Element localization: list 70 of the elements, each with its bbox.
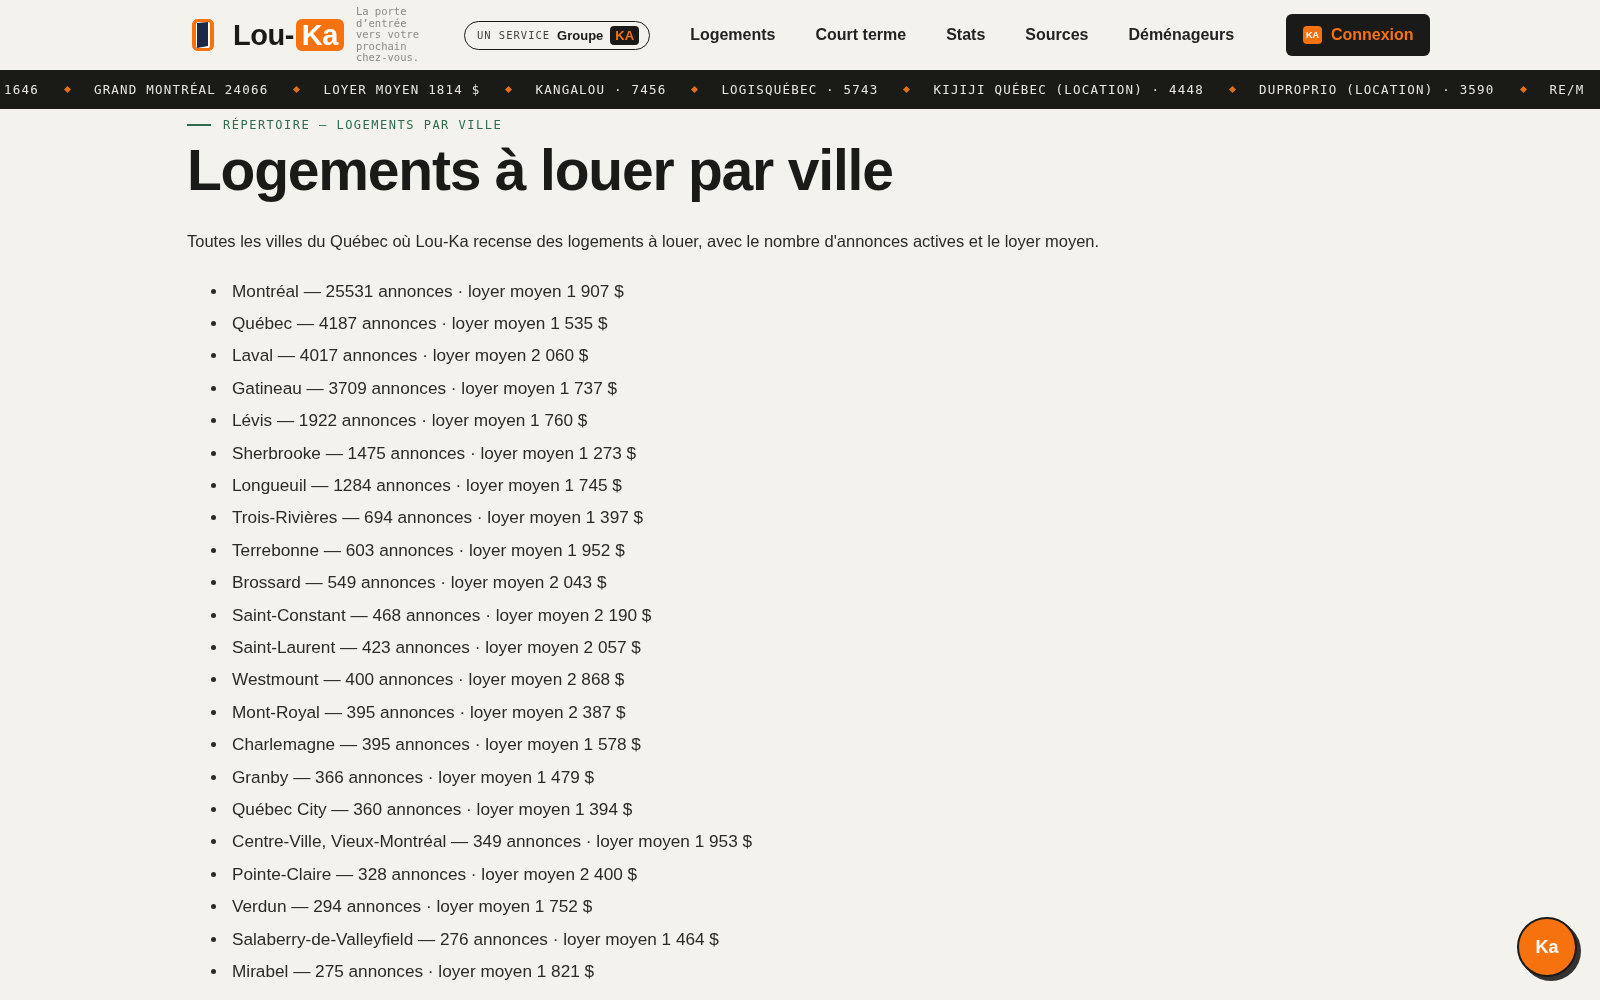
city-entry: Saint-Laurent — 423 annonces · loyer moyen 2 057 $ [232,637,641,658]
city-entry: Salaberry-de-Valleyfield — 276 annonces · loyer moyen 1 464 $ [232,928,719,950]
nav-link[interactable]: Court terme [815,26,907,44]
bullet-icon [211,580,216,586]
eyebrow-rule [187,124,211,126]
bullet-icon [211,677,216,683]
bullet-icon [211,288,216,294]
bullet-icon [211,353,216,359]
bullet-icon [211,483,216,489]
nav-link[interactable]: Sources [1025,26,1089,44]
city-entry: Granby — 366 annonces · loyer moyen 1 479 $ [232,766,595,788]
bullet-icon [211,547,216,553]
intro-text: Toutes les villes du Québec où Lou-Ka recense des logements à louer, avec le nombre d'annonces actives et le loyer moyen. [187,232,1101,251]
city-entry: Mont-Royal — 395 annonces · loyer moyen 2 387 $ [232,701,626,723]
city-entry: Pointe-Claire — 328 annonces · loyer moyen 2 400 $ [232,863,638,885]
section-eyebrow: RÉPERTOIRE — LOGEMENTS PAR VILLE [223,118,503,132]
city-entry: Brossard — 549 annonces · loyer moyen 2 043 $ [232,572,607,594]
door-icon [191,18,215,52]
bullet-icon [211,871,216,877]
brand-badge: KA [610,25,640,45]
ticker-item: 1646 [4,82,39,97]
city-entry: Westmount — 400 annonces · loyer moyen 2 868 $ [232,669,625,691]
bullet-icon [211,515,216,521]
city-entry: Sherbrooke — 1475 annonces · loyer moyen 1 273 $ [232,442,637,464]
city-entry: Québec City — 360 annonces · loyer moyen 1 394 $ [232,798,633,820]
city-entry: Verdun — 294 annonces · loyer moyen 1 752 $ [232,896,593,918]
bullet-icon [211,321,216,327]
service-label: UN SERVICE [476,29,551,41]
login-label: Connexion [1330,26,1414,44]
city-entry: Centre-Ville, Vieux-Montréal — 349 annonces · loyer moyen 1 953 $ [232,831,753,853]
page-title: Logements à louer par ville [187,137,894,204]
nav-link[interactable]: Logements [690,26,776,44]
login-button[interactable]: KA Connexion [1286,14,1431,56]
city-entry: Charlemagne — 395 annonces · loyer moyen 1 578 $ [232,734,641,756]
city-entry: Québec — 4187 annonces · loyer moyen 1 535 $ [232,313,608,335]
bullet-icon [211,612,216,618]
service-brand: Groupe [557,27,604,43]
ticker-item: GRAND MONTRÉAL 24066 [93,82,269,97]
bullet-icon [211,742,216,748]
ticker-item: LOYER MOYEN 1814 $ [323,82,481,97]
bullet-icon [211,709,216,715]
city-entry: Laval — 4017 annonces · loyer moyen 2 060 $ [232,345,589,367]
ticker-item: LOGISQUÉBEC · 5743 [721,82,879,97]
city-entry: Terrebonne — 603 annonces · loyer moyen 1 952 $ [232,539,625,561]
bullet-icon [211,385,216,391]
city-entry: Saint-Constant — 468 annonces · loyer moyen 2 190 $ [232,604,652,626]
bullet-icon [211,418,216,424]
logo[interactable]: Lou- Ka [233,18,344,52]
city-entry: Mirabel — 275 annonces · loyer moyen 1 821 $ [232,960,595,982]
bullet-icon [211,904,216,910]
brand-badge: KA [1302,26,1322,44]
bullet-icon [211,839,216,845]
bullet-icon [211,806,216,812]
bullet-icon [211,968,216,974]
city-entry: Longueuil — 1284 annonces · loyer moyen 1 745 $ [232,475,622,497]
ticker-item: DUPROPRIO (LOCATION) · 3590 [1258,82,1495,97]
nav-link[interactable]: Déménageurs [1128,26,1235,44]
city-entry: Lévis — 1922 annonces · loyer moyen 1 760 $ [232,410,588,432]
city-entry: Montréal — 25531 annonces · loyer moyen 1 907 $ [232,280,624,302]
bullet-icon [211,774,216,780]
tagline: La porte d’entrée vers votre prochain chez-vous. [355,6,421,64]
ticker-item: KIJIJI QUÉBEC (LOCATION) · 4448 [933,82,1204,97]
ticker-item: RE/M [1549,82,1585,97]
bullet-icon [211,450,216,456]
city-entry: Gatineau — 3709 annonces · loyer moyen 1 737 $ [232,377,618,399]
city-entry: Trois-Rivières — 694 annonces · loyer moyen 1 397 $ [232,507,644,529]
bullet-icon [211,645,216,650]
nav-link[interactable]: Stats [946,26,986,44]
bullet-icon [211,936,216,942]
ticker-item: KANGALOU · 7456 [535,82,667,97]
